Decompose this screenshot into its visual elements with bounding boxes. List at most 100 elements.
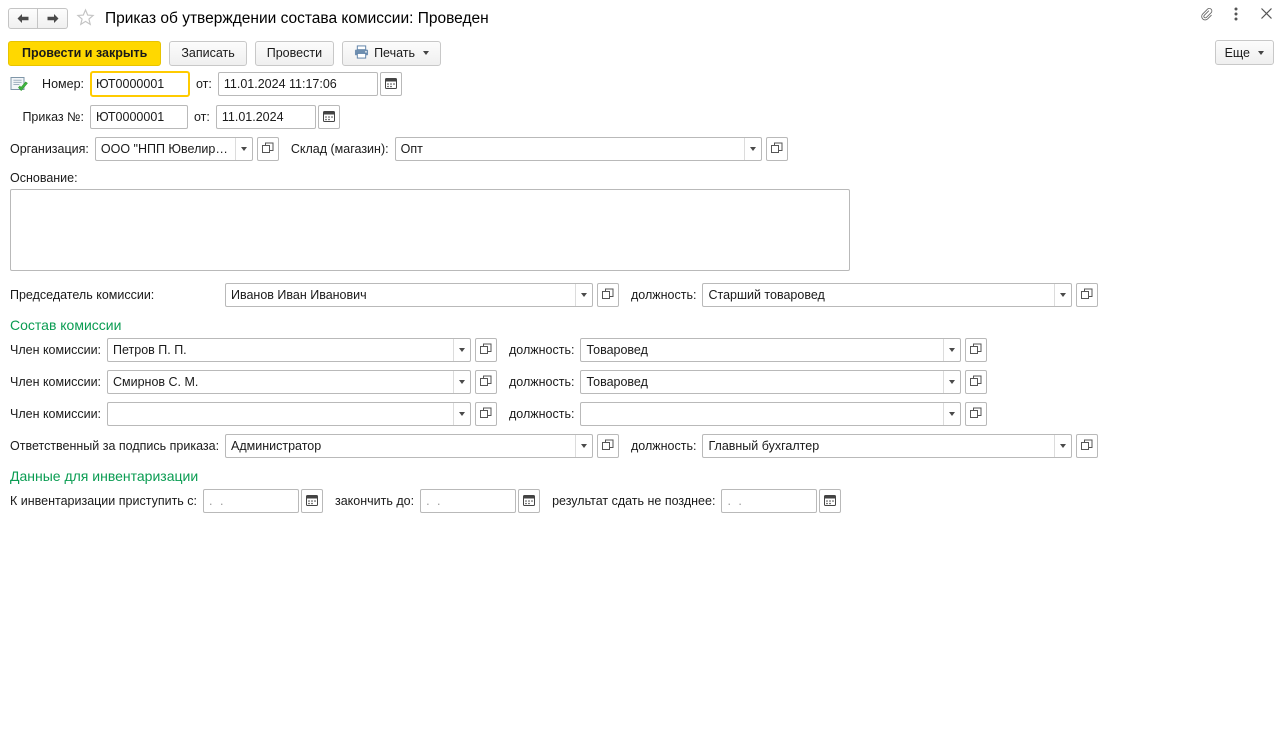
chevron-down-icon	[949, 412, 956, 416]
member-position-open-button[interactable]	[965, 338, 988, 362]
warehouse-input[interactable]: Опт	[394, 137, 762, 161]
responsible-position-dropdown-button[interactable]	[1054, 435, 1071, 457]
member-name-open-button[interactable]	[475, 370, 497, 394]
chairman-dropdown-button[interactable]	[575, 284, 592, 306]
inventory-start-label: К инвентаризации приступить с:	[10, 494, 197, 508]
member-name-open-button[interactable]	[475, 338, 497, 362]
favorite-button[interactable]	[76, 7, 95, 30]
order-date-input[interactable]: 11.01.2024	[215, 105, 316, 129]
inventory-start-calendar-button[interactable]	[301, 489, 323, 513]
calendar-icon	[824, 494, 837, 509]
member-position-input[interactable]: Товаровед	[580, 370, 962, 394]
chairman-position-input[interactable]: Старший товаровед	[702, 283, 1073, 307]
inventory-start-input[interactable]: . .	[203, 489, 299, 513]
command-bar: Провести и закрыть Записать Провести Печ…	[0, 37, 1282, 69]
close-icon	[1260, 7, 1273, 23]
basis-label: Основание:	[10, 171, 78, 185]
chevron-down-icon	[1060, 293, 1067, 297]
organization-input[interactable]: ООО "НПП ЮвелирСофт"	[94, 137, 253, 161]
number-date-label: от:	[196, 77, 212, 91]
member-name-value: Петров П. П.	[113, 343, 187, 357]
forward-button[interactable]	[38, 8, 68, 29]
chevron-down-icon	[459, 412, 465, 416]
open-window-icon	[480, 343, 492, 358]
member-name-dropdown-button[interactable]	[453, 403, 470, 425]
chairman-input[interactable]: Иванов Иван Иванович	[225, 283, 593, 307]
organization-row: Организация: ООО "НПП ЮвелирСофт" Склад …	[0, 137, 1282, 161]
commission-section-title: Состав комиссии	[10, 317, 122, 333]
member-position-input[interactable]	[580, 402, 962, 426]
responsible-dropdown-button[interactable]	[575, 435, 592, 457]
organization-open-button[interactable]	[256, 137, 279, 161]
kebab-menu-icon	[1234, 6, 1238, 25]
chevron-down-icon	[949, 348, 956, 352]
inventory-result-label: результат сдать не позднее:	[552, 494, 716, 508]
member-name-input[interactable]	[107, 402, 471, 426]
warehouse-value: Опт	[400, 142, 423, 156]
window-menu-button[interactable]	[1228, 6, 1244, 24]
inventory-result-calendar-button[interactable]	[819, 489, 842, 513]
basis-textarea[interactable]	[10, 189, 850, 271]
inventory-dates-row: К инвентаризации приступить с: . . закон…	[0, 489, 1282, 513]
chevron-down-icon	[423, 51, 430, 55]
chevron-down-icon	[749, 147, 756, 151]
chevron-down-icon	[949, 380, 956, 384]
inventory-end-calendar-button[interactable]	[518, 489, 541, 513]
chevron-down-icon	[581, 293, 587, 297]
chairman-open-button[interactable]	[597, 283, 619, 307]
responsible-position-input[interactable]: Главный бухгалтер	[702, 434, 1073, 458]
print-button-label: Печать	[374, 46, 416, 60]
number-input[interactable]: ЮТ0000001	[90, 71, 190, 97]
commission-member-row: Член комиссии: должность:	[0, 402, 1282, 426]
member-position-open-button[interactable]	[965, 402, 988, 426]
order-date-value: 11.01.2024	[221, 110, 284, 124]
commission-member-row: Член комиссии: Смирнов С. М. должность: …	[0, 370, 1282, 394]
order-date-label: от:	[194, 110, 210, 124]
navigation-buttons	[8, 8, 68, 29]
chevron-down-icon	[581, 444, 587, 448]
organization-dropdown-button[interactable]	[234, 138, 252, 160]
chairman-position-dropdown-button[interactable]	[1054, 284, 1071, 306]
close-button[interactable]	[1258, 6, 1274, 24]
back-button[interactable]	[8, 8, 38, 29]
member-name-input[interactable]: Смирнов С. М.	[107, 370, 471, 394]
responsible-open-button[interactable]	[597, 434, 619, 458]
member-name-dropdown-button[interactable]	[453, 339, 470, 361]
number-label: Номер:	[42, 77, 84, 91]
member-position-label: должность:	[509, 343, 575, 357]
attachment-button[interactable]	[1198, 6, 1214, 24]
member-position-input[interactable]: Товаровед	[580, 338, 962, 362]
member-position-label: должность:	[509, 407, 575, 421]
post-and-close-button[interactable]: Провести и закрыть	[8, 40, 162, 66]
more-button[interactable]: Еще	[1214, 40, 1274, 65]
member-name-value: Смирнов С. М.	[113, 375, 199, 389]
responsible-input[interactable]: Администратор	[225, 434, 593, 458]
inventory-result-input[interactable]: . .	[721, 489, 818, 513]
document-posted-icon	[10, 76, 32, 93]
window-titlebar: Приказ об утверждении состава комиссии: …	[0, 0, 1282, 37]
inventory-start-placeholder: . .	[209, 494, 226, 508]
inventory-end-input[interactable]: . .	[420, 489, 517, 513]
member-name-dropdown-button[interactable]	[453, 371, 470, 393]
print-button[interactable]: Печать	[342, 40, 442, 66]
order-date-calendar-button[interactable]	[317, 105, 340, 129]
member-position-dropdown-button[interactable]	[943, 371, 960, 393]
member-position-dropdown-button[interactable]	[943, 403, 960, 425]
member-position-open-button[interactable]	[965, 370, 988, 394]
member-name-input[interactable]: Петров П. П.	[107, 338, 471, 362]
order-number-input[interactable]: ЮТ0000001	[90, 105, 188, 129]
responsible-position-label: должность:	[631, 439, 697, 453]
responsible-position-open-button[interactable]	[1076, 434, 1099, 458]
organization-value: ООО "НПП ЮвелирСофт"	[100, 142, 235, 156]
post-button[interactable]: Провести	[254, 40, 335, 66]
chairman-position-open-button[interactable]	[1076, 283, 1099, 307]
order-number-value: ЮТ0000001	[96, 110, 165, 124]
warehouse-dropdown-button[interactable]	[743, 138, 761, 160]
warehouse-open-button[interactable]	[765, 137, 788, 161]
member-name-open-button[interactable]	[475, 402, 497, 426]
number-date-calendar-button[interactable]	[379, 72, 402, 96]
save-button[interactable]: Записать	[169, 40, 247, 66]
member-position-dropdown-button[interactable]	[943, 339, 960, 361]
inventory-end-placeholder: . .	[426, 494, 443, 508]
number-date-input[interactable]: 11.01.2024 11:17:06	[217, 72, 378, 96]
